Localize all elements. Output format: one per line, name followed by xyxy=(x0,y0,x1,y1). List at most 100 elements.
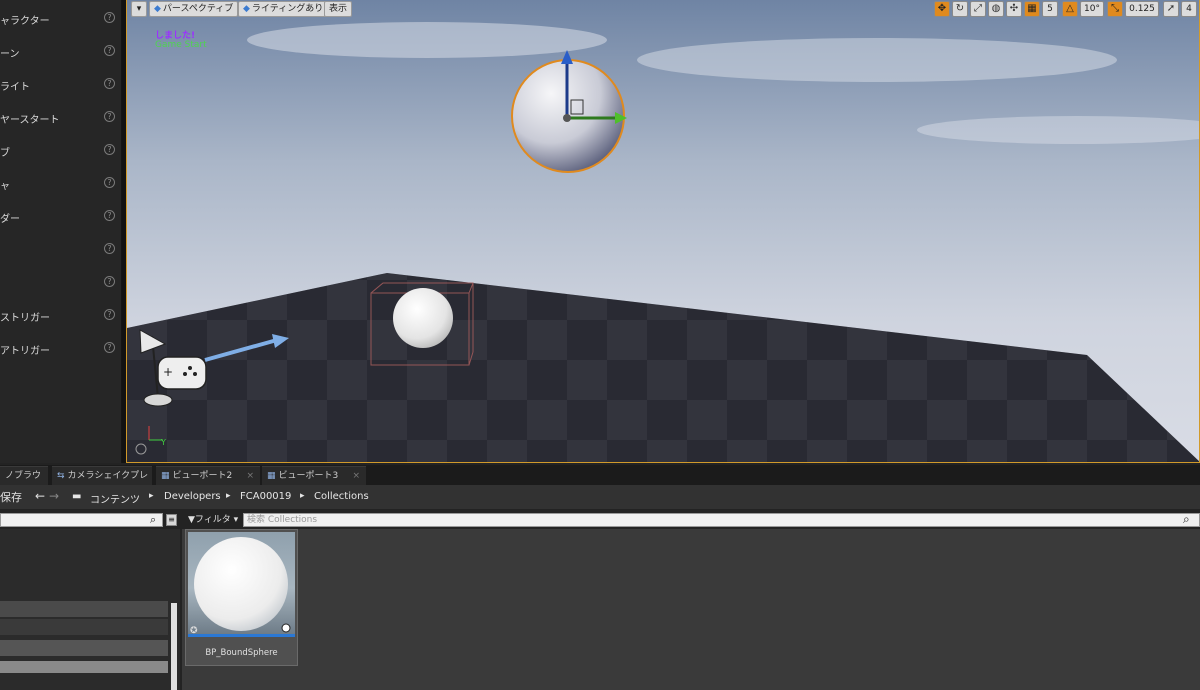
search-icon[interactable]: ⌕ xyxy=(150,513,156,527)
breadcrumb-collections[interactable]: Collections xyxy=(314,491,369,502)
tab-camera-shake[interactable]: ⇆カメラシェイクプレト xyxy=(52,466,152,499)
tab-viewport-2[interactable]: ▦ ビューポート2 × xyxy=(156,466,260,485)
world-space-icon[interactable]: ◍ xyxy=(988,1,1004,17)
save-all-button[interactable]: 保存 xyxy=(0,489,22,505)
sources-scrollbar[interactable] xyxy=(171,603,177,690)
svg-text:Y: Y xyxy=(160,438,166,447)
tab-label: ビューポート2 xyxy=(172,471,233,481)
help-icon[interactable]: ? xyxy=(104,276,115,287)
place-item-label: ライト xyxy=(0,82,30,93)
help-icon[interactable]: ? xyxy=(104,342,115,353)
viewport-options-button[interactable]: ▾ xyxy=(131,1,147,17)
grid-snap-value[interactable]: 5 xyxy=(1042,1,1058,17)
viewport-icon: ▦ xyxy=(267,471,276,481)
help-icon[interactable]: ? xyxy=(104,243,115,254)
help-icon[interactable]: ? xyxy=(104,210,115,221)
grid-snap-icon[interactable]: ▦ xyxy=(1024,1,1040,17)
tree-row[interactable] xyxy=(0,640,168,656)
search-icon[interactable]: ⌕ xyxy=(1183,512,1190,527)
tab-icon: ⇆ xyxy=(57,471,65,481)
perspective-button[interactable]: ◆ パースペクティブ xyxy=(149,1,239,17)
place-item-label: ーン xyxy=(0,49,20,60)
tab-content-browser[interactable]: ノブラウザ xyxy=(0,466,48,499)
help-icon[interactable]: ? xyxy=(104,45,115,56)
place-item-label: ストリガー xyxy=(0,313,50,324)
camera-speed-value[interactable]: 4 xyxy=(1181,1,1197,17)
perspective-icon: ◆ xyxy=(154,4,161,14)
camera-speed-icon[interactable]: ➚ xyxy=(1163,1,1179,17)
filter-button[interactable]: ▼フィルタ ▾ xyxy=(188,513,238,527)
tree-row[interactable] xyxy=(0,601,168,617)
svg-text:✪: ✪ xyxy=(190,626,198,634)
editor-tab-bar: ノブラウザ ⇆カメラシェイクプレト ▦ ビューポート2 × ▦ビューポート3 × xyxy=(0,465,1200,499)
sphere-thumbnail-icon: ✪ xyxy=(190,537,291,634)
scale-snap-icon[interactable]: ⤡ xyxy=(1107,1,1123,17)
filter-icon: ▼ xyxy=(188,515,195,525)
place-item[interactable]: アトリガー? xyxy=(0,336,122,362)
place-item[interactable]: ャラクター? xyxy=(0,6,122,32)
help-icon[interactable]: ? xyxy=(104,78,115,89)
place-item[interactable]: ブ? xyxy=(0,138,122,164)
place-item[interactable]: ? xyxy=(0,270,122,296)
sources-tree[interactable] xyxy=(0,529,180,690)
tree-row[interactable] xyxy=(0,661,168,673)
back-arrow-icon[interactable]: ← xyxy=(35,489,45,503)
rotation-snap-value[interactable]: 10° xyxy=(1080,1,1104,17)
tab-viewport-3[interactable]: ▦ ビューポート3 × xyxy=(262,466,366,485)
asset-thumbnail: ✪ xyxy=(188,532,295,637)
scale-snap-value[interactable]: 0.125 xyxy=(1125,1,1159,17)
breadcrumb-separator-icon[interactable]: ▸ xyxy=(149,491,154,501)
forward-arrow-icon[interactable]: → xyxy=(49,489,59,503)
help-icon[interactable]: ? xyxy=(104,177,115,188)
breadcrumb-developers[interactable]: Developers xyxy=(164,491,221,502)
asset-tile[interactable]: ✪ BP_BoundSphere xyxy=(185,529,298,666)
list-view-icon[interactable]: ≡ xyxy=(166,514,177,526)
breadcrumb-separator-icon[interactable]: ▸ xyxy=(300,491,305,501)
rotate-mode-icon[interactable]: ↻ xyxy=(952,1,968,17)
sources-search-input[interactable] xyxy=(0,513,163,527)
show-button[interactable]: 表示 xyxy=(324,1,353,17)
place-item-label: ャ xyxy=(0,181,10,192)
asset-search-input[interactable]: 検索 Collections xyxy=(243,513,1200,527)
scale-mode-icon[interactable]: ⤢ xyxy=(970,1,986,17)
perspective-label: パースペクティブ xyxy=(162,4,234,14)
breadcrumb-separator-icon[interactable]: ▸ xyxy=(226,491,231,501)
breadcrumb-fca00019[interactable]: FCA00019 xyxy=(240,491,291,502)
place-item[interactable]: ストリガー? xyxy=(0,303,122,329)
game-start-message: Game Start xyxy=(155,40,207,50)
asset-name: BP_BoundSphere xyxy=(205,648,278,658)
breadcrumb-content[interactable]: コンテンツ xyxy=(90,491,140,506)
chevron-down-icon: ▾ xyxy=(230,515,239,525)
place-item-label: ヤースタート xyxy=(0,115,60,126)
close-icon[interactable]: × xyxy=(352,467,360,485)
help-icon[interactable]: ? xyxy=(104,309,115,320)
place-item[interactable]: ライト? xyxy=(0,72,122,98)
place-item[interactable]: ャ? xyxy=(0,171,122,197)
place-item[interactable]: ? xyxy=(0,237,122,263)
place-item-label: ダー xyxy=(0,214,20,225)
tree-row[interactable] xyxy=(0,619,168,635)
filter-label: フィルタ xyxy=(194,515,231,525)
svg-text:+: + xyxy=(163,365,173,379)
surface-snap-icon[interactable]: ✣ xyxy=(1006,1,1022,17)
bound-sphere-actor[interactable] xyxy=(393,288,453,348)
place-item[interactable]: ヤースタート? xyxy=(0,105,122,131)
help-icon[interactable]: ? xyxy=(104,111,115,122)
tab-label: ビューポート3 xyxy=(278,471,339,481)
help-icon[interactable]: ? xyxy=(104,12,115,23)
place-item[interactable]: ーン? xyxy=(0,39,122,65)
level-viewport[interactable]: + Y ▾ ◆ パースペクティブ ◆ ライティングあり 表示 ✥ ↻ ⤢ ◍ ✣ ▦… xyxy=(126,0,1200,463)
rotation-snap-icon[interactable]: △ xyxy=(1062,1,1078,17)
place-item[interactable]: ダー? xyxy=(0,204,122,230)
translate-mode-icon[interactable]: ✥ xyxy=(934,1,950,17)
content-path-bar: 保存 ← → ▬ コンテンツ ▸ Developers ▸ FCA00019 ▸… xyxy=(0,485,1200,509)
place-actions-panel: ャラクター? ーン? ライト? ヤースタート? ブ? ャ? ダー??? ストリガー? アトリガー… xyxy=(0,0,122,463)
viewport-scene[interactable]: + Y xyxy=(127,0,1200,463)
lighting-mode-button[interactable]: ◆ ライティングあり xyxy=(238,1,329,17)
place-item-label: ブ xyxy=(0,148,10,159)
help-icon[interactable]: ? xyxy=(104,144,115,155)
close-icon[interactable]: × xyxy=(246,467,254,485)
folder-icon: ▬ xyxy=(72,491,82,502)
asset-view[interactable] xyxy=(182,529,1200,690)
place-item-label: ャラクター xyxy=(0,16,50,27)
